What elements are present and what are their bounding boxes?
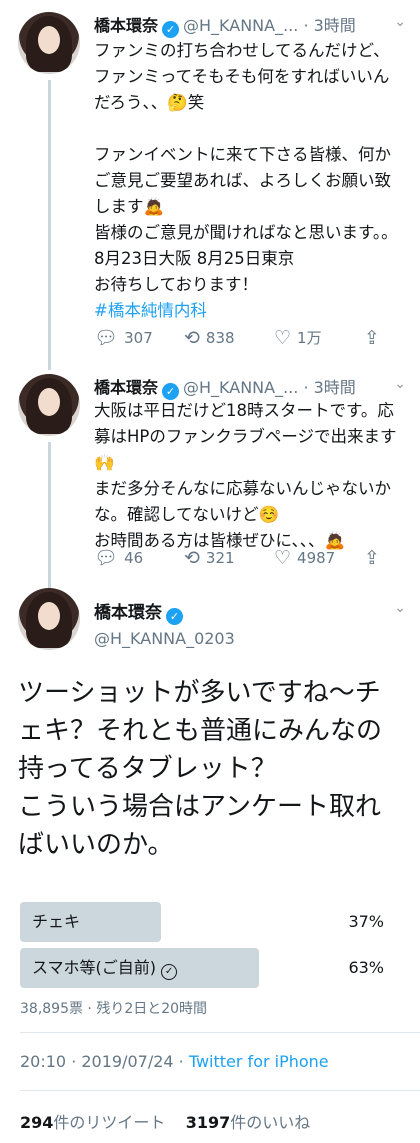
verified-icon: ✓ [166,608,183,625]
avatar[interactable] [18,12,80,74]
tweet-actions: 💬︎ 307 ⟲ 838 ♡ 1万 ⇪ [94,326,394,350]
author-handle[interactable]: @H_KANNA_0203 [94,629,235,648]
hashtag-link[interactable]: #橋本純情内科 [94,301,207,320]
check-circle-icon: ✓ [161,964,178,980]
poll-option: スマホ等(ご自前) ✓ 63% [20,948,400,988]
verified-icon: ✓ [162,21,180,38]
like-button[interactable]: ♡ 1万 [274,326,364,349]
retweet-button[interactable]: ⟲ 321 [184,546,274,569]
tweet-timestamp: 20:10 · 2019/07/24 · Twitter for iPhone [20,1052,329,1071]
like-count-link[interactable]: 3197件のいいね [186,1113,311,1132]
divider [20,1090,420,1091]
tweet-time[interactable]: · 3時間 [303,16,355,35]
main-tweet-text: ツーショットが多いですね〜チェキ？それとも普通にみんなの持ってるタブレット？ こ… [18,678,383,860]
share-button[interactable]: ⇪ [364,326,394,349]
heart-icon: ♡ [274,546,292,569]
share-icon: ⇪ [364,326,380,349]
avatar[interactable] [18,374,80,436]
chevron-down-icon[interactable]: ⌄ [394,14,406,30]
divider [20,1032,420,1033]
poll-option: チェキ 37% [20,902,400,942]
tweet-header: 橋本環奈 ✓ @H_KANNA_... · 3時間 [94,374,356,400]
poll-option-percent: 37% [348,912,384,931]
thread-line [48,442,51,590]
poll-option-label: チェキ [32,912,81,931]
author-name[interactable]: 橋本環奈 [94,603,162,623]
tweet-text: ファンミの打ち合わせしてるんだけど、ファンミってそもそも何をすればいいんだろう、… [94,41,398,320]
chevron-down-icon[interactable]: ⌄ [394,376,406,392]
tweet-2[interactable]: 橋本環奈 ✓ @H_KANNA_... · 3時間 ⌄ 大阪は平日だけど18時スター… [0,370,420,590]
poll-option-label: スマホ等(ご自前) ✓ [32,948,178,988]
author-handle[interactable]: @H_KANNA_... [183,378,298,397]
share-button[interactable]: ⇪ [364,546,394,569]
like-button[interactable]: ♡ 4987 [274,546,364,569]
tweet-source-link[interactable]: Twitter for iPhone [189,1052,329,1071]
tweet-1[interactable]: 橋本環奈 ✓ @H_KANNA_... · 3時間 ⌄ ファンミの打ち合わせしてるん… [0,0,420,370]
retweet-icon: ⟲ [184,326,200,349]
tweet-time[interactable]: · 3時間 [303,378,355,397]
share-icon: ⇪ [364,546,380,569]
retweet-button[interactable]: ⟲ 838 [184,326,274,349]
engagement-stats: 294件のリツイート 3197件のいいね [20,1109,310,1133]
reply-button[interactable]: 💬︎ 307 [94,326,184,349]
author-name[interactable]: 橋本環奈 [94,16,158,35]
chevron-down-icon[interactable]: ⌄ [394,600,406,616]
author-name[interactable]: 橋本環奈 [94,378,158,397]
reply-icon: 💬︎ [94,327,119,349]
retweet-count-link[interactable]: 294件のリツイート [20,1113,165,1132]
avatar[interactable] [18,588,80,650]
poll-option-percent: 63% [348,958,384,977]
tweet-text: 大阪は平日だけど18時スタートです。応募はHPのファンクラブページで出来ます🙌 … [94,401,397,550]
reply-button[interactable]: 💬︎ 46 [94,546,184,569]
tweet-actions: 💬︎ 46 ⟲ 321 ♡ 4987 ⇪ [94,546,394,570]
main-tweet-header: 橋本環奈 ✓ @H_KANNA_0203 [94,598,235,648]
thread-line [48,80,51,370]
retweet-icon: ⟲ [184,546,200,569]
heart-icon: ♡ [274,326,292,349]
reply-icon: 💬︎ [94,547,119,569]
author-handle[interactable]: @H_KANNA_... [183,16,298,35]
poll-meta: 38,895票 · 残り2日と20時間 [20,1001,208,1017]
tweet-header: 橋本環奈 ✓ @H_KANNA_... · 3時間 [94,12,356,38]
